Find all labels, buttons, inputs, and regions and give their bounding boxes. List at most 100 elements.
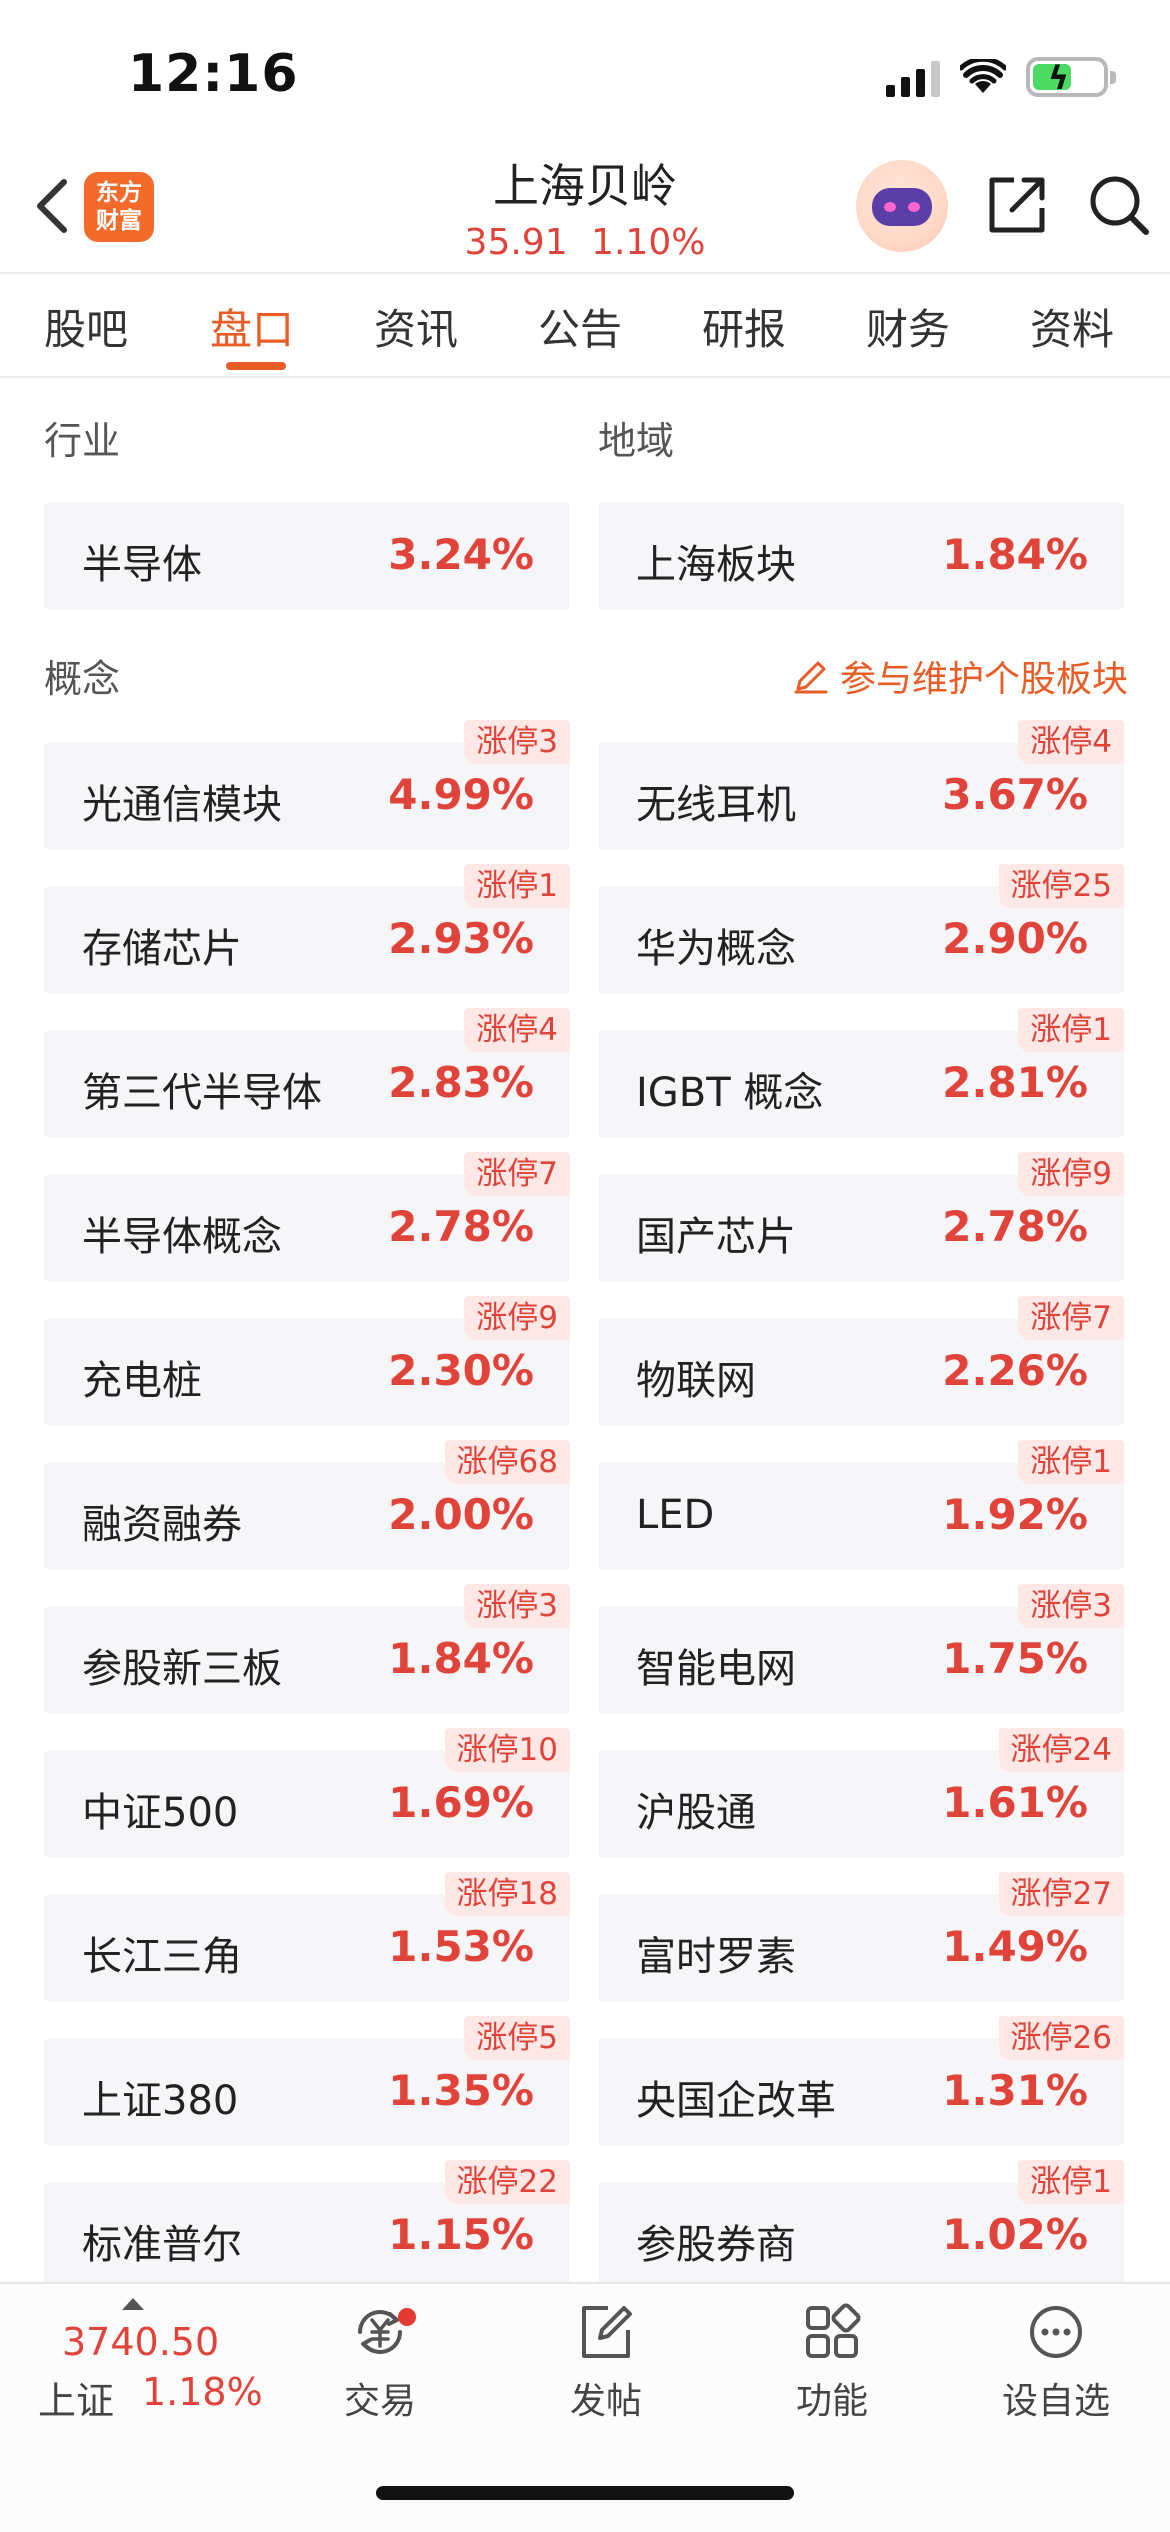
limit-up-badge: 涨停10 [444, 1728, 570, 1772]
tab-profile[interactable]: 资料 [1030, 296, 1114, 357]
concept-change-pct: 1.53% [388, 1922, 534, 1971]
limit-up-badge: 涨停7 [1018, 1296, 1124, 1340]
header-divider [0, 272, 1170, 274]
concept-card[interactable]: 涨停24 沪股通 1.61% [598, 1728, 1124, 1858]
concept-card[interactable]: 涨停26 央国企改革 1.31% [598, 2016, 1124, 2146]
concept-name: 参股券商 [636, 2222, 796, 2268]
search-icon[interactable] [1086, 172, 1152, 238]
status-icons: ϟ [886, 52, 1116, 102]
concept-name: 充电桩 [82, 1358, 202, 1404]
industry-card[interactable]: 半导体 3.24% [44, 502, 570, 610]
concept-name: 富时罗素 [636, 1934, 796, 1980]
concept-card[interactable]: 涨停18 长江三角 1.53% [44, 1872, 570, 2002]
tab-news[interactable]: 资讯 [374, 296, 458, 357]
concept-card[interactable]: 涨停10 中证500 1.69% [44, 1728, 570, 1858]
nav-add-watchlist[interactable]: 设自选 [976, 2300, 1136, 2424]
concept-change-pct: 1.75% [942, 1634, 1088, 1683]
tab-research[interactable]: 研报 [702, 296, 786, 357]
limit-up-badge: 涨停3 [464, 720, 570, 764]
concept-card[interactable]: 涨停7 物联网 2.26% [598, 1296, 1124, 1426]
nav-trade[interactable]: 交易 [300, 2300, 460, 2424]
concept-name: 国产芯片 [636, 1214, 796, 1260]
concept-card[interactable]: 涨停25 华为概念 2.90% [598, 864, 1124, 994]
more-dots-icon [1030, 2306, 1082, 2358]
concept-change-pct: 1.84% [388, 1634, 534, 1683]
limit-up-badge: 涨停1 [1018, 1008, 1124, 1052]
concept-name: 光通信模块 [82, 782, 282, 828]
limit-up-badge: 涨停26 [998, 2016, 1124, 2060]
expand-up-arrow-icon[interactable] [122, 2298, 144, 2310]
industry-label: 行业 [44, 419, 121, 463]
battery-charging-icon: ϟ [1026, 57, 1116, 97]
nav-label: 设自选 [1001, 2381, 1110, 2422]
tab-pankou[interactable]: 盘口 [210, 296, 294, 357]
limit-up-badge: 涨停25 [998, 864, 1124, 908]
limit-up-badge: 涨停9 [1018, 1152, 1124, 1196]
concept-name: 中证500 [82, 1790, 239, 1836]
nav-label: 功能 [795, 2381, 868, 2422]
concept-change-pct: 2.30% [388, 1346, 534, 1395]
concept-card[interactable]: 涨停27 富时罗素 1.49% [598, 1872, 1124, 2002]
concept-name: 沪股通 [636, 1790, 756, 1836]
nav-functions[interactable]: 功能 [752, 2300, 912, 2424]
concept-card[interactable]: 涨停1 存储芯片 2.93% [44, 864, 570, 994]
nav-label: 发帖 [569, 2381, 642, 2422]
concept-card[interactable]: 涨停4 第三代半导体 2.83% [44, 1008, 570, 1138]
limit-up-badge: 涨停24 [998, 1728, 1124, 1772]
concept-card[interactable]: 涨停68 融资融券 2.00% [44, 1440, 570, 1570]
concept-card[interactable]: 涨停1 LED 1.92% [598, 1440, 1124, 1570]
concept-card[interactable]: 涨停9 充电桩 2.30% [44, 1296, 570, 1426]
share-icon[interactable] [984, 172, 1050, 238]
concept-change-pct: 2.81% [942, 1058, 1088, 1107]
concept-card[interactable]: 涨停3 光通信模块 4.99% [44, 720, 570, 850]
stock-detail-page: 12:16 ϟ 东方 财富 上海贝岭 35.91 1.10% 股吧 盘口 资讯 … [0, 0, 1170, 2532]
limit-up-badge: 涨停1 [464, 864, 570, 908]
index-change-pct: 1.18% [142, 2370, 263, 2414]
concept-name: 上证380 [82, 2078, 239, 2124]
concept-change-pct: 1.35% [388, 2066, 534, 2115]
maintain-sectors-link[interactable]: 参与维护个股板块 [792, 650, 1128, 702]
grid-apps-icon [806, 2303, 861, 2358]
concept-name: LED [636, 1492, 715, 1538]
concept-change-pct: 2.26% [942, 1346, 1088, 1395]
tab-guba[interactable]: 股吧 [44, 296, 128, 357]
tab-bar: 股吧 盘口 资讯 公告 研报 财务 资料 [0, 296, 1170, 376]
nav-post[interactable]: 发帖 [526, 2300, 686, 2424]
concept-card[interactable]: 涨停5 上证380 1.35% [44, 2016, 570, 2146]
limit-up-badge: 涨停4 [1018, 720, 1124, 764]
concept-change-pct: 2.83% [388, 1058, 534, 1107]
concept-card[interactable]: 涨停3 智能电网 1.75% [598, 1584, 1124, 1714]
limit-up-badge: 涨停18 [444, 1872, 570, 1916]
stock-change-pct: 1.10% [591, 222, 706, 263]
tab-announcements[interactable]: 公告 [538, 296, 622, 357]
limit-up-badge: 涨停1 [1018, 1440, 1124, 1484]
sector-name: 半导体 [82, 542, 202, 588]
concept-change-pct: 1.15% [388, 2210, 534, 2259]
concept-card[interactable]: 涨停3 参股新三板 1.84% [44, 1584, 570, 1714]
concept-change-pct: 2.78% [388, 1202, 534, 1251]
concept-card[interactable]: 涨停7 半导体概念 2.78% [44, 1152, 570, 1282]
concept-change-pct: 1.92% [942, 1490, 1088, 1539]
region-card[interactable]: 上海板块 1.84% [598, 502, 1124, 610]
concept-name: 半导体概念 [82, 1214, 282, 1260]
concept-card[interactable]: 涨停9 国产芯片 2.78% [598, 1152, 1124, 1282]
concept-card[interactable]: 涨停4 无线耳机 3.67% [598, 720, 1124, 850]
sector-change-pct: 1.84% [942, 530, 1088, 579]
limit-up-badge: 涨停4 [464, 1008, 570, 1052]
concept-card[interactable]: 涨停22 标准普尔 1.15% [44, 2160, 570, 2290]
concept-change-pct: 1.61% [942, 1778, 1088, 1827]
tabs-divider [0, 376, 1170, 378]
sector-name: 上海板块 [636, 542, 796, 588]
concept-card[interactable]: 涨停1 IGBT 概念 2.81% [598, 1008, 1124, 1138]
limit-up-badge: 涨停68 [444, 1440, 570, 1484]
stock-price: 35.91 [464, 222, 568, 263]
cellular-signal-icon [886, 57, 940, 97]
concept-card[interactable]: 涨停1 参股券商 1.02% [598, 2160, 1124, 2290]
assistant-robot-avatar[interactable] [856, 160, 948, 252]
limit-up-badge: 涨停22 [444, 2160, 570, 2204]
tab-financials[interactable]: 财务 [866, 296, 950, 357]
concept-label: 概念 [44, 657, 121, 701]
concept-name: 参股新三板 [82, 1646, 282, 1692]
concept-name: 物联网 [636, 1358, 756, 1404]
concept-name: 存储芯片 [82, 926, 242, 972]
